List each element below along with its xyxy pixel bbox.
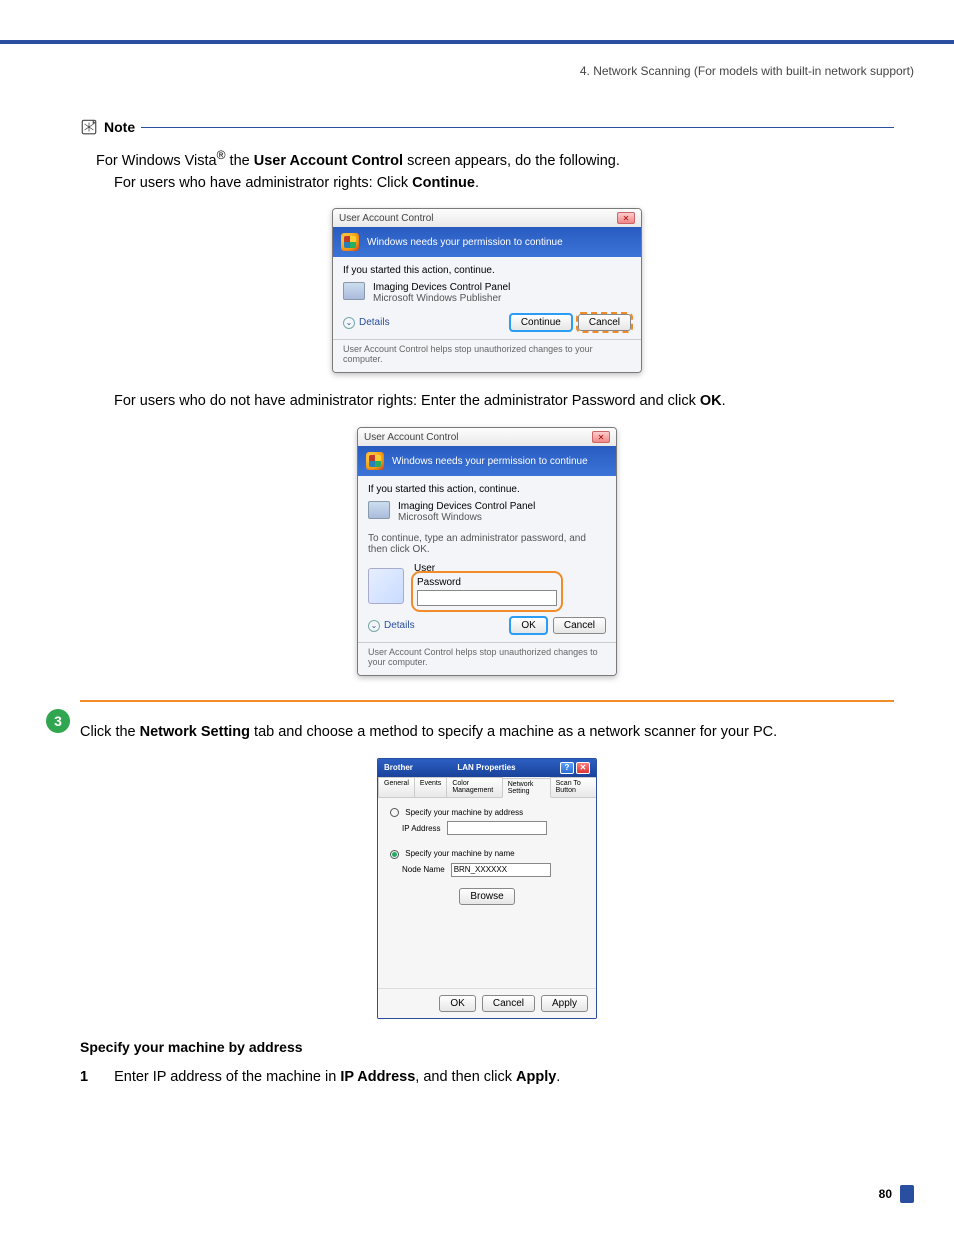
note-divider: [141, 127, 894, 128]
note-line1-pre: For Windows Vista: [96, 153, 217, 169]
uac1-msg: If you started this action, continue.: [343, 265, 631, 276]
ok-button[interactable]: OK: [510, 617, 546, 634]
spec-addr-tail: .: [556, 1069, 560, 1085]
uac2-publisher: Microsoft Windows: [398, 512, 535, 523]
password-input[interactable]: [417, 590, 557, 606]
password-label: Password: [417, 577, 461, 588]
note-admin-tail: .: [475, 175, 479, 191]
continue-button[interactable]: Continue: [510, 314, 572, 331]
devices-icon: [343, 282, 365, 300]
uac1-program: Imaging Devices Control Panel: [373, 282, 510, 293]
option-by-name[interactable]: Specify your machine by name: [390, 849, 584, 858]
uac2-title: User Account Control: [364, 432, 459, 443]
uac2-details: Details: [384, 620, 415, 631]
opt-name-label: Specify your machine by name: [405, 849, 514, 858]
note-label: Note: [104, 119, 135, 135]
step-number-badge: 3: [46, 709, 70, 733]
note-icon: [80, 118, 98, 136]
ip-address-label: IP Address: [402, 824, 441, 833]
opt-addr-label: Specify your machine by address: [405, 808, 523, 817]
tab-general[interactable]: General: [378, 777, 415, 797]
chapter-reference: 4. Network Scanning (For models with bui…: [0, 64, 954, 78]
uac1-details: Details: [359, 317, 390, 328]
registered-mark: ®: [217, 148, 226, 162]
cancel-button[interactable]: Cancel: [553, 617, 606, 634]
uac1-title: User Account Control: [339, 213, 434, 224]
node-name-input[interactable]: BRN_XXXXXX: [451, 863, 551, 877]
page-number: 80: [879, 1187, 892, 1201]
node-name-label: Node Name: [402, 865, 445, 874]
note-nonadmin-pre: For users who do not have administrator …: [114, 393, 700, 409]
uac1-publisher: Microsoft Windows Publisher: [373, 293, 510, 304]
uac-dialog-nonadmin: User Account Control ✕ Windows needs you…: [357, 427, 617, 676]
ok-button[interactable]: OK: [439, 995, 475, 1012]
uac1-banner: Windows needs your permission to continu…: [367, 237, 563, 248]
shield-icon: [341, 233, 359, 251]
spec-addr-pre: Enter IP address of the machine in: [114, 1069, 340, 1085]
top-accent-bar: [0, 40, 954, 44]
option-by-address[interactable]: Specify your machine by address: [390, 808, 584, 817]
uac2-prompt: To continue, type an administrator passw…: [368, 533, 606, 555]
note-line1-bold: User Account Control: [254, 153, 403, 169]
note-nonadmin-bold: OK: [700, 393, 722, 409]
tab-scan-to-button[interactable]: Scan To Button: [550, 777, 597, 797]
user-avatar-icon: [368, 568, 404, 604]
uac1-footer: User Account Control helps stop unauthor…: [333, 339, 641, 372]
close-icon[interactable]: ✕: [576, 762, 590, 774]
radio-selected-icon[interactable]: [390, 850, 399, 859]
step3-tail: tab and choose a method to specify a mac…: [250, 724, 777, 740]
uac2-banner: Windows needs your permission to continu…: [392, 456, 588, 467]
uac2-program: Imaging Devices Control Panel: [398, 501, 535, 512]
substep-number: 1: [80, 1069, 88, 1085]
devices-icon: [368, 501, 390, 519]
shield-icon: [366, 452, 384, 470]
note-admin-bold: Continue: [412, 175, 475, 191]
user-label: User: [414, 563, 606, 574]
browse-button[interactable]: Browse: [459, 888, 514, 905]
tab-events[interactable]: Events: [414, 777, 447, 797]
radio-unselected-icon[interactable]: [390, 808, 399, 817]
ip-address-input[interactable]: [447, 821, 547, 835]
note-admin-pre: For users who have administrator rights:…: [114, 175, 412, 191]
uac2-msg: If you started this action, continue.: [368, 484, 606, 495]
spec-addr-apply-bold: Apply: [516, 1069, 556, 1085]
spec-addr-heading: Specify your machine by address: [80, 1039, 894, 1055]
dialog-title: LAN Properties: [457, 763, 515, 772]
uac-dialog-admin: User Account Control ✕ Windows needs you…: [332, 208, 642, 373]
lan-properties-dialog: Brother LAN Properties ? ✕ General Event…: [377, 758, 597, 1019]
note-nonadmin-tail: .: [722, 393, 726, 409]
page-tab-marker: [900, 1185, 914, 1203]
step3-pre: Click the: [80, 724, 140, 740]
spec-addr-mid: , and then click: [415, 1069, 516, 1085]
tabs-bar: General Events Color Management Network …: [378, 777, 596, 798]
close-icon[interactable]: ✕: [592, 431, 610, 443]
cancel-button[interactable]: Cancel: [482, 995, 535, 1012]
chevron-down-icon: ⌄: [368, 620, 380, 632]
brand-label: Brother: [384, 763, 413, 772]
note-line1-tail: screen appears, do the following.: [403, 153, 620, 169]
step3-bold: Network Setting: [140, 724, 250, 740]
spec-addr-ip-bold: IP Address: [340, 1069, 415, 1085]
tab-color-management[interactable]: Color Management: [446, 777, 502, 797]
close-icon[interactable]: ✕: [617, 212, 635, 224]
apply-button[interactable]: Apply: [541, 995, 588, 1012]
details-toggle[interactable]: ⌄ Details: [368, 620, 415, 632]
uac2-footer: User Account Control helps stop unauthor…: [358, 642, 616, 675]
chevron-down-icon: ⌄: [343, 317, 355, 329]
cancel-button[interactable]: Cancel: [578, 314, 631, 331]
note-line1-post: the: [226, 153, 254, 169]
help-icon[interactable]: ?: [560, 762, 574, 774]
details-toggle[interactable]: ⌄ Details: [343, 317, 390, 329]
tab-network-setting[interactable]: Network Setting: [502, 778, 551, 798]
